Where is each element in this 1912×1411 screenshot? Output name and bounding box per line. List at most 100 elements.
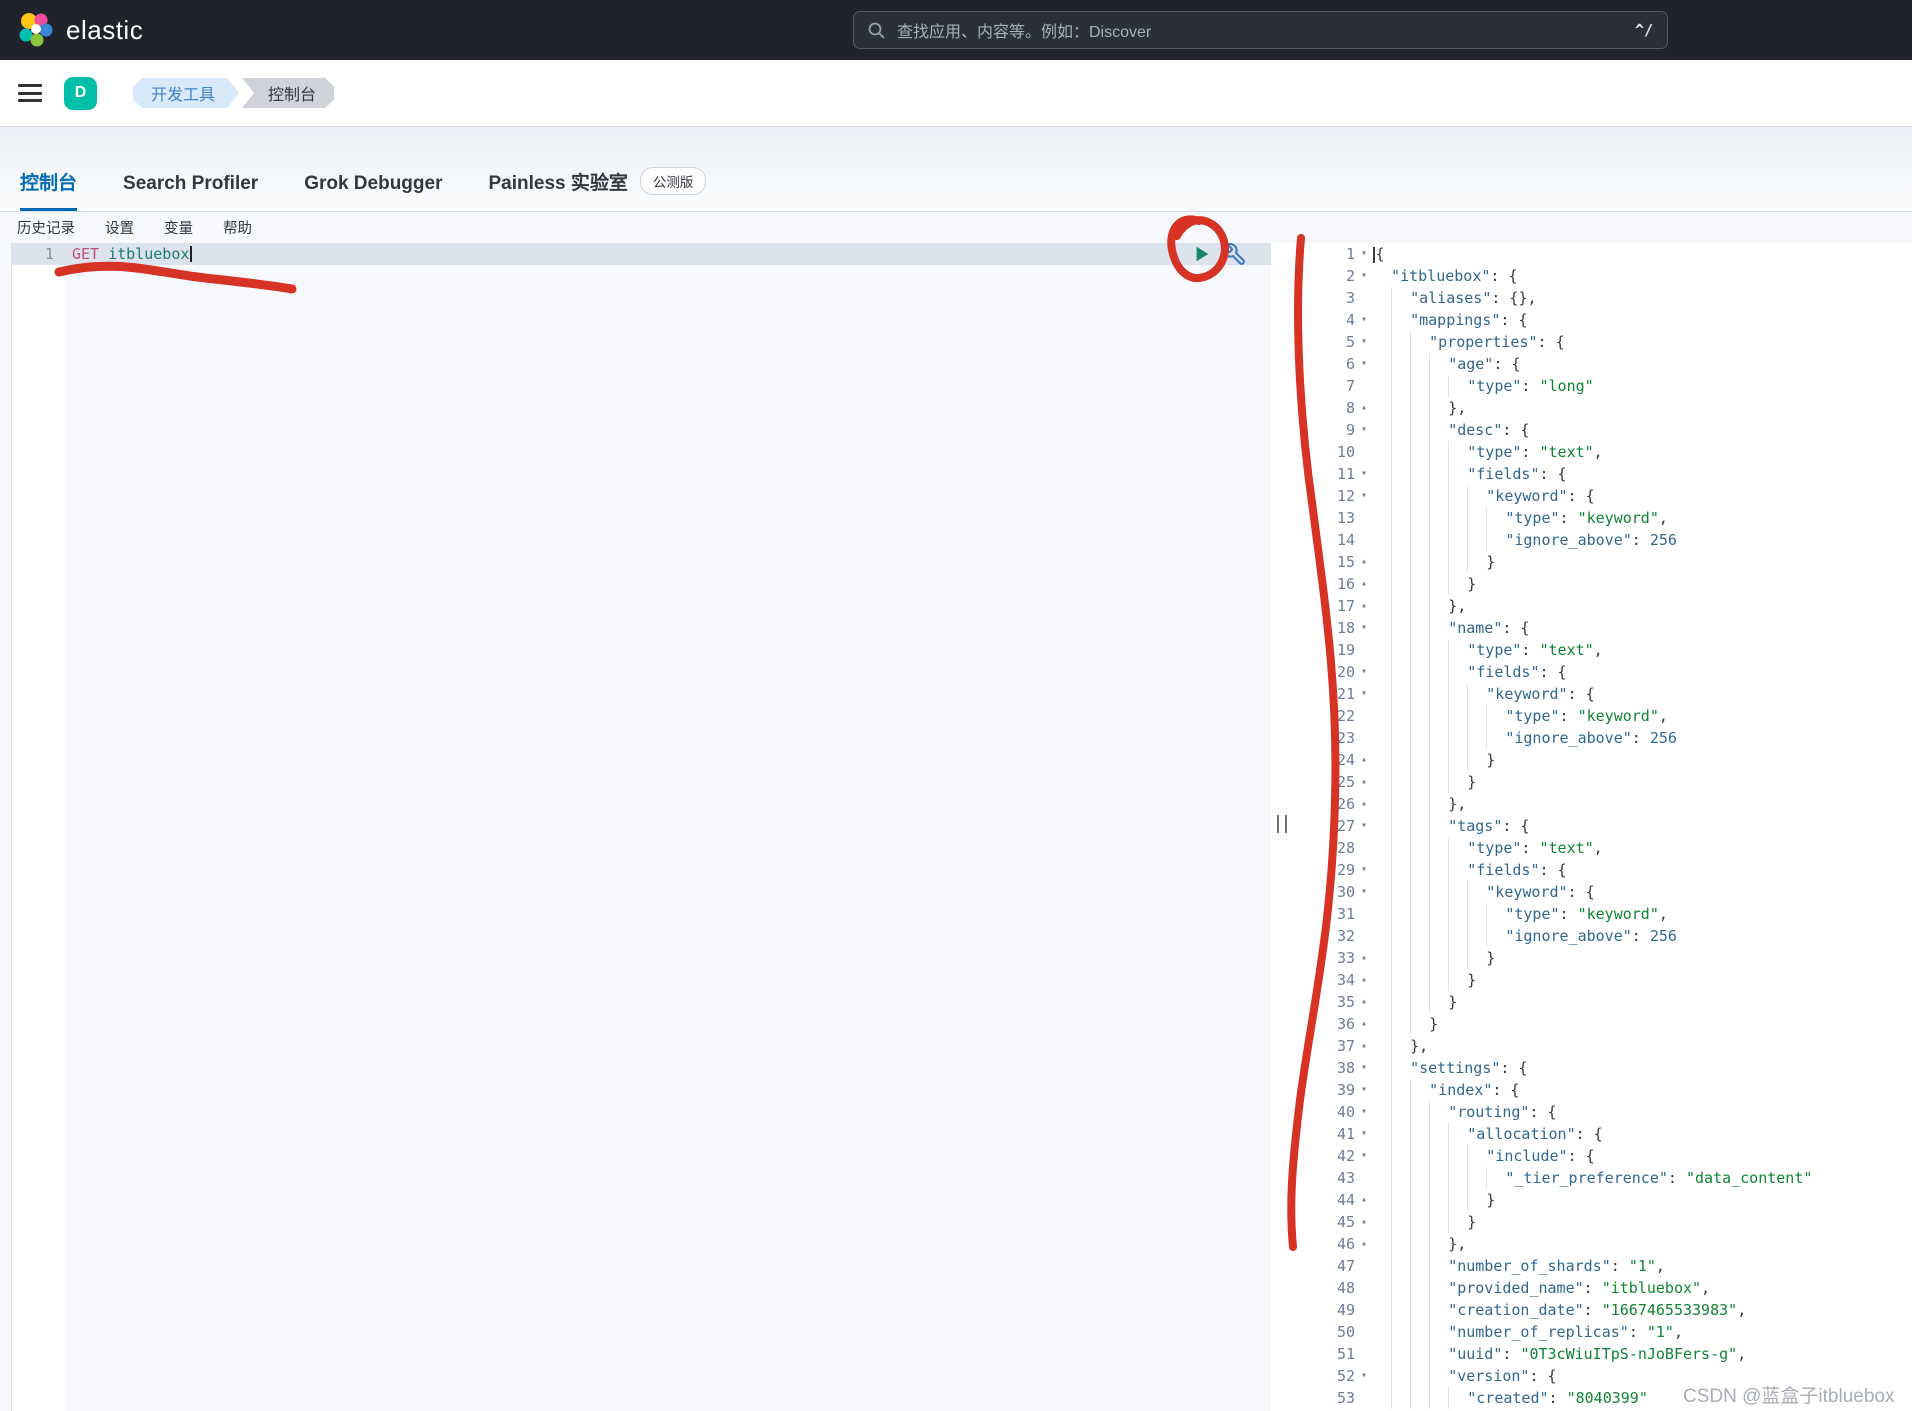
output-code-text: }, (1373, 1233, 1912, 1255)
fold-marker-icon[interactable]: ▴ (1355, 1233, 1373, 1255)
console-menu-item-3[interactable]: 帮助 (223, 217, 252, 238)
fold-marker-icon[interactable]: ▴ (1355, 1211, 1373, 1233)
output-line-number: 25 (1293, 771, 1355, 793)
output-gutter-cell: 42▾ (1293, 1145, 1373, 1167)
output-line: 24▴} (1293, 749, 1912, 771)
fold-marker-icon[interactable]: ▴ (1355, 397, 1373, 419)
output-line-number: 12 (1293, 485, 1355, 507)
output-line: 25▴} (1293, 771, 1912, 793)
output-line: 43"_tier_preference": "data_content" (1293, 1167, 1912, 1189)
output-line-number: 15 (1293, 551, 1355, 573)
send-request-play-button[interactable] (1193, 245, 1211, 263)
editor-input-area[interactable]: GET itbluebox (66, 243, 1271, 1411)
output-line: 5▾"properties": { (1293, 331, 1912, 353)
console-menu-item-1[interactable]: 设置 (105, 217, 134, 238)
fold-marker-icon[interactable]: ▴ (1355, 573, 1373, 595)
output-line: 45▴} (1293, 1211, 1912, 1233)
fold-marker-icon[interactable]: ▾ (1355, 1365, 1373, 1387)
breadcrumb-item-1[interactable]: 控制台 (242, 78, 334, 108)
output-gutter-cell: 17▴ (1293, 595, 1373, 617)
response-pane[interactable]: 1▾{2▾"itbluebox": {3"aliases": {},4▾"map… (1293, 243, 1912, 1411)
output-line-number: 40 (1293, 1101, 1355, 1123)
output-line-number: 8 (1293, 397, 1355, 419)
fold-marker-icon[interactable]: ▴ (1355, 551, 1373, 573)
output-gutter-cell: 36▴ (1293, 1013, 1373, 1035)
output-line-number: 30 (1293, 881, 1355, 903)
fold-marker-icon[interactable]: ▾ (1355, 1079, 1373, 1101)
request-line[interactable]: GET itbluebox (66, 243, 1271, 265)
wrench-icon[interactable] (1222, 242, 1247, 267)
output-line-number: 19 (1293, 639, 1355, 661)
output-gutter-cell: 47 (1293, 1255, 1373, 1277)
fold-marker-icon[interactable]: ▾ (1355, 1123, 1373, 1145)
output-code-text: "keyword": { (1373, 485, 1912, 507)
output-line-number: 20 (1293, 661, 1355, 683)
output-gutter-cell: 40▾ (1293, 1101, 1373, 1123)
output-line-number: 28 (1293, 837, 1355, 859)
fold-marker-icon[interactable]: ▾ (1355, 463, 1373, 485)
fold-marker-icon[interactable]: ▴ (1355, 969, 1373, 991)
fold-marker-icon[interactable]: ▾ (1355, 331, 1373, 353)
beta-badge: 公测版 (640, 167, 707, 195)
fold-marker-icon[interactable]: ▴ (1355, 771, 1373, 793)
fold-marker-icon[interactable]: ▾ (1355, 243, 1373, 265)
output-line-number: 7 (1293, 375, 1355, 397)
fold-marker-icon[interactable]: ▾ (1355, 815, 1373, 837)
resize-grip-icon (1277, 815, 1287, 833)
fold-marker-icon[interactable]: ▴ (1355, 749, 1373, 771)
tab-0[interactable]: 控制台 (20, 168, 77, 211)
output-code-text: } (1373, 573, 1912, 595)
tab-1[interactable]: Search Profiler (123, 173, 258, 211)
output-line-number: 1 (1293, 243, 1355, 265)
request-editor: 1 GET itbluebox (11, 243, 1271, 1411)
output-code-text: "itbluebox": { (1373, 265, 1912, 287)
fold-marker-icon[interactable]: ▴ (1355, 793, 1373, 815)
output-line: 28 "type": "text", (1293, 837, 1912, 859)
menu-icon[interactable] (18, 84, 42, 102)
output-line: 16▴} (1293, 573, 1912, 595)
search-icon (868, 22, 885, 39)
output-line: 20▾"fields": { (1293, 661, 1912, 683)
output-gutter-cell: 10 (1293, 441, 1373, 463)
fold-marker-icon[interactable]: ▴ (1355, 991, 1373, 1013)
fold-marker-icon[interactable]: ▾ (1355, 265, 1373, 287)
console-menu-item-2[interactable]: 变量 (164, 217, 193, 238)
fold-marker-icon[interactable]: ▾ (1355, 661, 1373, 683)
fold-marker-icon[interactable]: ▾ (1355, 353, 1373, 375)
csdn-watermark: CSDN @蓝盒子itbluebox (1683, 1381, 1894, 1408)
breadcrumb-item-0[interactable]: 开发工具 (133, 78, 239, 108)
fold-marker-icon[interactable]: ▴ (1355, 595, 1373, 617)
pane-resize-handle[interactable] (1271, 243, 1293, 1411)
fold-marker-icon[interactable]: ▾ (1355, 485, 1373, 507)
output-line: 27▾"tags": { (1293, 815, 1912, 837)
tab-3[interactable]: Painless 实验室公测版 (489, 167, 707, 211)
space-avatar[interactable]: D (64, 77, 97, 110)
output-code-text: "type": "long" (1373, 375, 1912, 397)
global-search-input[interactable]: 查找应用、内容等。例如：Discover ^/ (853, 11, 1668, 49)
output-gutter-cell: 22 (1293, 705, 1373, 727)
output-line: 23"ignore_above": 256 (1293, 727, 1912, 749)
console-menu-item-0[interactable]: 历史记录 (17, 217, 75, 238)
fold-marker-icon[interactable]: ▾ (1355, 859, 1373, 881)
elastic-logo[interactable]: elastic (18, 12, 143, 48)
fold-marker-icon[interactable]: ▴ (1355, 1189, 1373, 1211)
fold-marker-icon[interactable]: ▾ (1355, 1101, 1373, 1123)
fold-marker-icon[interactable]: ▾ (1355, 683, 1373, 705)
output-code-text: "type": "text", (1373, 837, 1912, 859)
output-code-text: } (1373, 947, 1912, 969)
fold-marker-icon[interactable]: ▾ (1355, 881, 1373, 903)
output-code-text: }, (1373, 1035, 1912, 1057)
fold-marker-icon[interactable]: ▴ (1355, 947, 1373, 969)
fold-marker-icon[interactable]: ▴ (1355, 1013, 1373, 1035)
fold-marker-icon[interactable]: ▾ (1355, 617, 1373, 639)
fold-marker-icon[interactable]: ▴ (1355, 1035, 1373, 1057)
fold-marker-icon[interactable]: ▾ (1355, 1057, 1373, 1079)
tab-2[interactable]: Grok Debugger (304, 173, 442, 211)
dev-tools-tabs: 控制台 Search Profiler Grok Debugger Painless … (0, 127, 1912, 212)
output-gutter-cell: 49 (1293, 1299, 1373, 1321)
fold-marker-icon[interactable]: ▾ (1355, 309, 1373, 331)
fold-marker-icon[interactable]: ▾ (1355, 419, 1373, 441)
output-gutter-cell: 5▾ (1293, 331, 1373, 353)
output-line: 36▴} (1293, 1013, 1912, 1035)
fold-marker-icon[interactable]: ▾ (1355, 1145, 1373, 1167)
